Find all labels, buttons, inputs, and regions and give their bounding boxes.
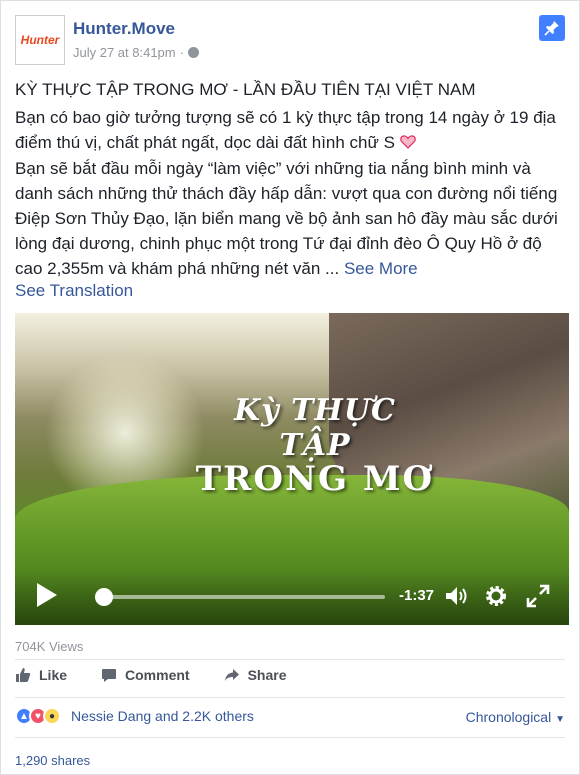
page-name-link[interactable]: Hunter.Move	[73, 19, 175, 39]
share-button[interactable]: Share	[224, 667, 287, 683]
comment-sort-label: Chronological	[465, 709, 552, 725]
video-player[interactable]: Kỳ THỰC TẬP TRONG MƠ -1:37	[15, 313, 569, 625]
see-more-link[interactable]: See More	[344, 259, 418, 278]
divider	[15, 697, 565, 698]
post-timestamp[interactable]: July 27 at 8:41pm	[73, 45, 176, 60]
globe-icon	[187, 47, 199, 58]
page-avatar[interactable]: Hunter	[15, 15, 65, 65]
comment-icon	[102, 669, 117, 682]
divider	[15, 737, 565, 738]
post-title: KỲ THỰC TẬP TRONG MƠ - LẦN ĐẦU TIÊN TẠI …	[15, 80, 476, 99]
video-title-line-1: Kỳ THỰC TẬP	[234, 393, 396, 463]
heart-icon	[399, 135, 416, 149]
video-view-count: 704K Views	[15, 639, 84, 654]
share-label: Share	[247, 667, 287, 683]
video-title-line-2: TRONG MƠ	[195, 459, 435, 499]
share-count-link[interactable]: 1,290 shares	[15, 753, 90, 768]
post-paragraph-2-text: Bạn sẽ bắt đầu mỗi ngày “làm việc” với n…	[15, 159, 558, 278]
video-controls: -1:37	[15, 569, 569, 625]
reactions-summary[interactable]: ▲ ♥ ● Nessie Dang and 2.2K others	[15, 707, 254, 725]
settings-gear-icon[interactable]	[483, 583, 509, 609]
like-button[interactable]: Like	[15, 667, 67, 683]
thumbs-up-icon	[16, 668, 31, 682]
see-translation-link[interactable]: See Translation	[15, 281, 133, 301]
divider	[15, 659, 565, 660]
play-icon[interactable]	[37, 583, 57, 607]
video-title-overlay: Kỳ THỰC TẬP TRONG MƠ	[195, 393, 435, 499]
action-bar: Like Comment Share	[15, 667, 287, 683]
post-paragraph-1-text: Bạn có bao giờ tưởng tượng sẽ có 1 kỳ th…	[15, 108, 556, 152]
comment-label: Comment	[125, 667, 190, 683]
pin-icon	[544, 21, 559, 36]
fullscreen-icon[interactable]	[525, 583, 551, 609]
post-card: Hunter Hunter.Move July 27 at 8:41pm · K…	[0, 0, 580, 775]
post-paragraph-2: Bạn sẽ bắt đầu mỗi ngày “làm việc” với n…	[15, 156, 565, 281]
volume-icon[interactable]	[443, 583, 469, 609]
video-time-remaining: -1:37	[399, 587, 435, 604]
post-meta: July 27 at 8:41pm ·	[73, 45, 199, 60]
avatar-logo-text: Hunter	[20, 33, 60, 47]
pin-button[interactable]	[539, 15, 565, 41]
caret-down-icon: ▼	[555, 714, 565, 725]
comment-button[interactable]: Comment	[101, 667, 190, 683]
post-paragraph-1: Bạn có bao giờ tưởng tượng sẽ có 1 kỳ th…	[15, 105, 565, 155]
meta-separator: ·	[179, 45, 184, 60]
video-progress-track[interactable]	[95, 595, 385, 599]
share-arrow-icon	[224, 669, 239, 681]
post-header: Hunter Hunter.Move July 27 at 8:41pm ·	[15, 15, 565, 67]
comment-sort-dropdown[interactable]: Chronological ▼	[466, 709, 565, 725]
like-label: Like	[39, 667, 68, 683]
video-progress-knob[interactable]	[94, 588, 113, 606]
wow-reaction-icon: ●	[43, 707, 61, 725]
reactions-text[interactable]: Nessie Dang and 2.2K others	[71, 708, 254, 724]
